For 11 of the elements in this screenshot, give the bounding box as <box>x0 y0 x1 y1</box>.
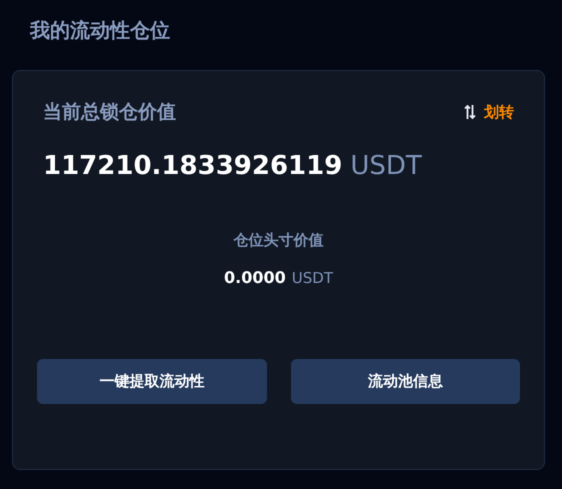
position-value-label: 仓位头寸价值 <box>232 231 324 250</box>
page-title: 我的流动性仓位 <box>28 17 171 44</box>
total-unit: USDT <box>350 151 422 181</box>
total-value: 117210.1833926119 <box>43 151 342 181</box>
position-value: 0.0000 <box>224 268 286 287</box>
position-unit: USDT <box>292 269 333 287</box>
transfer-link[interactable]: 划转 <box>464 102 514 122</box>
action-button[interactable]: 一键提取流动性 <box>37 359 266 404</box>
action-button[interactable]: 流动池信息 <box>290 359 520 404</box>
total-value-label: 当前总锁仓价值 <box>43 100 176 125</box>
swap-arrows-icon <box>464 104 476 120</box>
